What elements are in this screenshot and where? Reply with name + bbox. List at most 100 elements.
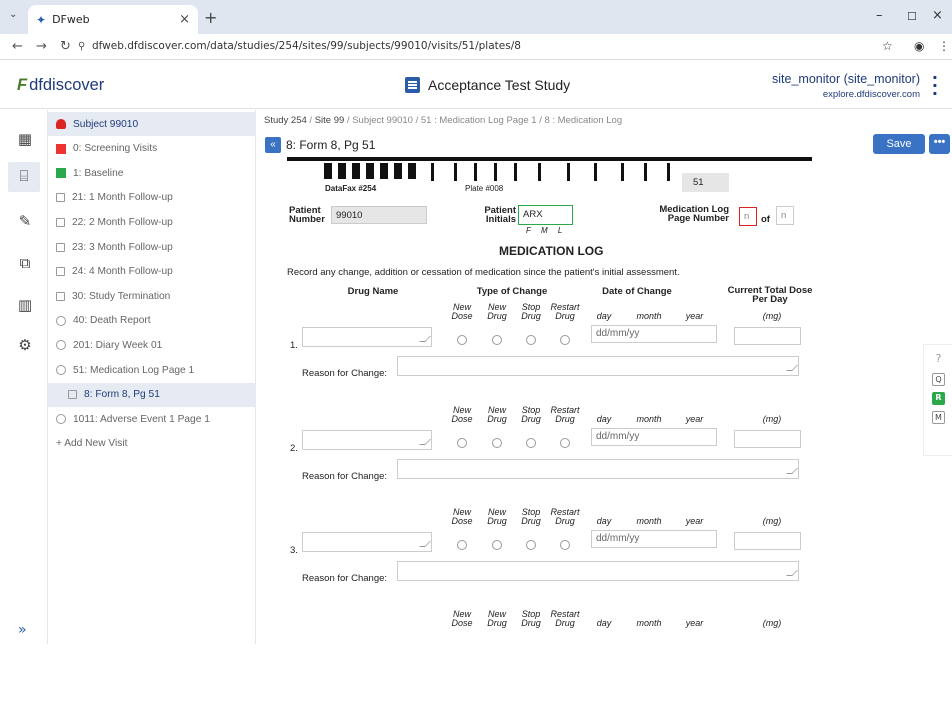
row-number: 3. (290, 545, 298, 556)
query-q-button[interactable]: Q (932, 373, 945, 386)
medlog-total-field[interactable]: n (776, 206, 794, 225)
sidebar-item[interactable]: 1011: Adverse Event 1 Page 1 (48, 407, 256, 431)
sidebar-item-label: + Add New Visit (56, 438, 128, 450)
medication-entry: New Dose New Drug Stop Drug Restart Drug day… (257, 406, 952, 506)
change-type-radio[interactable] (457, 540, 467, 550)
box-icon (56, 217, 65, 227)
query-icon[interactable]: ⧉ (15, 254, 35, 272)
bookmark-star-icon[interactable]: ☆ (882, 39, 893, 53)
sidebar-item[interactable]: 22: 2 Month Follow-up (48, 210, 256, 234)
expand-sidebar-icon[interactable]: » (18, 622, 27, 638)
sidebar-item[interactable]: 23: 3 Month Follow-up (48, 235, 256, 259)
sidebar-item[interactable]: + Add New Visit (48, 432, 256, 456)
option-label: Restart Drug (550, 302, 580, 321)
date-field[interactable]: dd/mm/yy (591, 428, 717, 446)
year-label: year (685, 311, 704, 321)
back-icon[interactable]: ← (12, 39, 23, 54)
date-of-change-header: Date of Change (602, 286, 672, 297)
user-info[interactable]: site_monitor (site_monitor) explore.dfdi… (772, 72, 920, 100)
drug-name-field[interactable] (302, 532, 432, 552)
resize-handle-icon (419, 336, 431, 342)
dose-field[interactable] (734, 532, 801, 550)
date-field[interactable]: dd/mm/yy (591, 530, 717, 548)
dose-field[interactable] (734, 327, 801, 345)
minimize-icon[interactable]: – (876, 8, 883, 23)
circ-icon (56, 340, 66, 351)
change-type-radio[interactable] (526, 438, 536, 448)
change-type-radio[interactable] (560, 335, 570, 345)
close-window-icon[interactable]: × (932, 8, 943, 23)
drug-name-field[interactable] (302, 430, 432, 450)
crumb-visit[interactable]: 51 : Medication Log Page 1 (421, 115, 537, 126)
settings-icon[interactable]: ⚙ (15, 336, 35, 354)
dashboard-icon[interactable]: ▦ (15, 130, 35, 148)
barcode-bar (366, 163, 374, 179)
sidebar-item[interactable]: 21: 1 Month Follow-up (48, 186, 256, 210)
missing-m-button[interactable]: M (932, 411, 945, 424)
date-field[interactable]: dd/mm/yy (591, 325, 717, 343)
patient-number-field[interactable]: 99010 (331, 206, 427, 224)
change-type-radio[interactable] (457, 438, 467, 448)
reason-r-button[interactable]: R (932, 392, 945, 405)
url-field[interactable]: dfweb.dfdiscover.com/data/studies/254/si… (92, 40, 521, 52)
crumb-study[interactable]: Study 254 (264, 115, 307, 126)
resize-handle-icon (786, 570, 798, 576)
sidebar-item[interactable]: 0: Screening Visits (48, 137, 256, 161)
change-type-radio[interactable] (526, 335, 536, 345)
app-menu-icon[interactable]: · · · (932, 70, 938, 102)
change-type-radio[interactable] (560, 438, 570, 448)
maximize-icon[interactable]: ☐ (907, 10, 917, 23)
sidebar-item[interactable]: 40: Death Report (48, 309, 256, 333)
save-button[interactable]: Save (873, 134, 925, 154)
tab-list-icon[interactable]: ⌄ (9, 9, 17, 20)
change-type-radio[interactable] (526, 540, 536, 550)
option-label: New Dose (451, 302, 473, 321)
sidebar-item[interactable]: Subject 99010 (48, 112, 256, 136)
sidebar-item[interactable]: 201: Diary Week 01 (48, 333, 256, 357)
reason-field[interactable] (397, 356, 799, 376)
browser-menu-icon[interactable]: ⋮ (938, 39, 950, 53)
change-type-radio[interactable] (492, 438, 502, 448)
change-type-radio[interactable] (560, 540, 570, 550)
change-type-radio[interactable] (492, 540, 502, 550)
reason-label: Reason for Change: (302, 471, 388, 482)
of-label: of (761, 214, 770, 225)
year-label: year (685, 414, 704, 424)
site-info-icon[interactable]: ⚲ (78, 41, 85, 52)
dfweb-favicon-icon: ✦ (36, 12, 47, 27)
dose-field[interactable] (734, 430, 801, 448)
sidebar-item[interactable]: 8: Form 8, Pg 51 (48, 382, 256, 407)
reload-icon[interactable]: ↻ (60, 39, 71, 54)
patient-initials-field[interactable]: ARX (518, 205, 573, 225)
sidebar-item[interactable]: 51: Medication Log Page 1 (48, 358, 256, 382)
form-content: Study 254 / Site 99 / Subject 99010 / 51… (257, 110, 952, 644)
help-icon[interactable]: ? (932, 353, 945, 366)
more-options-button[interactable]: ••• (929, 134, 950, 154)
change-type-radio[interactable] (457, 335, 467, 345)
drug-name-field[interactable] (302, 327, 432, 347)
option-label: New Drug (487, 302, 507, 321)
barcode-bar (338, 163, 346, 179)
edit-form-icon[interactable]: ✎ (15, 212, 35, 230)
day-label: day (596, 311, 612, 321)
forward-icon[interactable]: → (36, 39, 47, 54)
app-logo[interactable]: Fdfdiscover (17, 76, 104, 95)
crumb-site[interactable]: Site 99 (315, 115, 345, 126)
close-tab-icon[interactable]: × (179, 12, 190, 27)
sidebar-item[interactable]: 1: Baseline (48, 161, 256, 185)
new-tab-icon[interactable]: + (204, 8, 217, 27)
change-type-radio[interactable] (492, 335, 502, 345)
reason-field[interactable] (397, 459, 799, 479)
month-label: month (636, 516, 662, 526)
reports-icon[interactable]: ▥ (15, 296, 35, 314)
reason-field[interactable] (397, 561, 799, 581)
collapse-icon[interactable]: « (265, 137, 281, 153)
crumb-subject[interactable]: Subject 99010 (352, 115, 413, 126)
sidebar-item[interactable]: 24: 4 Month Follow-up (48, 260, 256, 284)
browser-tab[interactable]: ✦ DFweb × (28, 5, 198, 34)
records-icon[interactable]: ⌸ (8, 162, 40, 192)
sidebar-item-label: 40: Death Report (73, 315, 151, 327)
sidebar-item[interactable]: 30: Study Termination (48, 284, 256, 308)
profile-icon[interactable]: ◉ (914, 39, 924, 53)
medlog-page-field[interactable]: n (739, 207, 757, 226)
